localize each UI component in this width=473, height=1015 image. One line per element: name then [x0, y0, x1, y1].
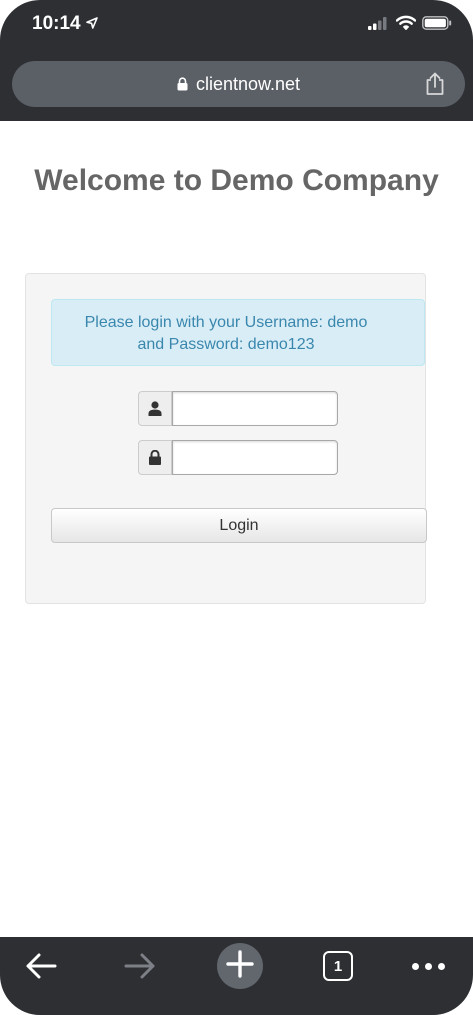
password-input[interactable] [172, 440, 338, 475]
login-panel: Please login with your Username: demo an… [25, 273, 427, 604]
lock-icon [177, 77, 188, 91]
username-input[interactable] [172, 391, 338, 426]
browser-bottom-toolbar: 1 [0, 937, 473, 1015]
alert-line-2: and Password: demo123 [137, 336, 315, 353]
phone-screen: 10:14 clientnow.net Welcome to Demo Comp… [0, 0, 473, 1015]
plus-icon [226, 949, 254, 983]
alert-line-1: Please login with your Username: demo [84, 314, 368, 331]
page-title: Welcome to Demo Company [34, 164, 439, 197]
password-row [138, 440, 338, 475]
status-time: 10:14 [32, 13, 81, 34]
tab-switcher-button[interactable]: 1 [311, 937, 365, 995]
browser-top-chrome: 10:14 clientnow.net [0, 0, 473, 121]
tab-count: 1 [323, 951, 353, 981]
address-bar[interactable]: clientnow.net [12, 61, 465, 107]
location-arrow-icon [86, 16, 98, 34]
more-dots-icon[interactable] [401, 937, 455, 995]
back-arrow-icon[interactable] [14, 937, 68, 995]
url-text[interactable]: clientnow.net [196, 74, 300, 95]
wifi-icon [395, 15, 417, 35]
forward-arrow-icon[interactable] [113, 937, 167, 995]
login-info-alert: Please login with your Username: demo an… [51, 299, 425, 366]
username-row [138, 391, 338, 426]
cellular-signal-icon [368, 17, 388, 35]
battery-icon [422, 16, 452, 35]
padlock-icon [138, 440, 172, 475]
login-button[interactable]: Login [51, 508, 427, 543]
share-icon[interactable] [424, 72, 446, 101]
new-tab-button[interactable] [213, 937, 267, 995]
user-icon [138, 391, 172, 426]
status-bar: 10:14 [0, 0, 473, 52]
